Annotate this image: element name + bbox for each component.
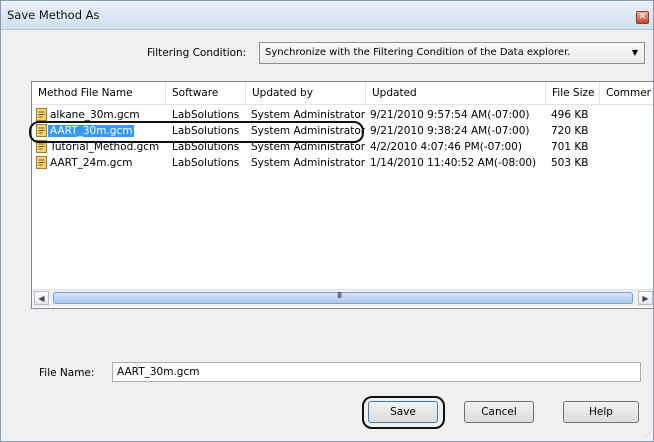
updated-cell: 1/14/2010 11:40:52 AM(-08:00) [370, 157, 537, 169]
updated-cell: 9/21/2010 9:38:24 AM(-07:00) [370, 125, 530, 137]
file-name-label: File Name: [39, 367, 95, 379]
software-cell: LabSolutions [172, 125, 240, 137]
updated-cell: 9/21/2010 9:57:54 AM(-07:00) [370, 109, 530, 121]
file-name-field[interactable]: AART_30m.gcm [112, 362, 641, 382]
table-row[interactable]: Tutorial_Method.gcm LabSolutions System … [32, 139, 653, 155]
updated-cell: 4/2/2010 4:07:46 PM(-07:00) [370, 141, 522, 153]
column-header-method-file-name[interactable]: Method File Name [32, 82, 166, 104]
file-name-cell: AART_24m.gcm [50, 157, 133, 169]
file-size-cell: 701 KB [551, 141, 589, 153]
method-file-list[interactable]: Method File Name Software Updated by Upd… [31, 81, 653, 309]
file-name-cell: alkane_30m.gcm [50, 109, 140, 121]
help-button[interactable]: Help [563, 401, 639, 423]
method-file-icon [36, 156, 47, 169]
file-size-cell: 720 KB [551, 125, 589, 137]
column-header-updated-by[interactable]: Updated by [246, 82, 366, 104]
filtering-condition-select[interactable]: Synchronize with the Filtering Condition… [259, 42, 645, 64]
table-row[interactable]: alkane_30m.gcm LabSolutions System Admin… [32, 107, 653, 123]
dialog-title: Save Method As [7, 8, 100, 22]
filtering-condition-label: Filtering Condition: [147, 47, 247, 59]
column-header-updated[interactable]: Updated [366, 82, 546, 104]
file-size-cell: 496 KB [551, 109, 589, 121]
resize-grip-icon[interactable]: ⋰ [644, 431, 651, 439]
cancel-button[interactable]: Cancel [464, 401, 534, 423]
software-cell: LabSolutions [172, 157, 240, 169]
method-file-icon [36, 140, 47, 153]
software-cell: LabSolutions [172, 109, 240, 121]
chevron-down-icon[interactable]: ▼ [632, 48, 638, 57]
table-row[interactable]: AART_30m.gcm LabSolutions System Adminis… [32, 123, 653, 139]
scroll-left-icon[interactable]: ◀ [34, 291, 49, 305]
file-name-cell: Tutorial_Method.gcm [50, 141, 160, 153]
list-header: Method File Name Software Updated by Upd… [32, 82, 653, 105]
column-header-software[interactable]: Software [166, 82, 246, 104]
scrollbar-thumb[interactable]: III [53, 291, 633, 304]
column-header-file-size[interactable]: File Size [546, 82, 600, 104]
updated-by-cell: System Administrator [251, 157, 366, 169]
save-method-dialog: Save Method As ✕ Filtering Condition: Sy… [0, 0, 654, 442]
scroll-right-icon[interactable]: ▶ [638, 291, 653, 305]
column-header-comment[interactable]: Commer [600, 82, 653, 104]
software-cell: LabSolutions [172, 141, 240, 153]
filtering-condition-value: Synchronize with the Filtering Condition… [265, 47, 571, 58]
file-name-cell: AART_30m.gcm [48, 125, 135, 137]
file-size-cell: 503 KB [551, 157, 589, 169]
title-bar[interactable]: Save Method As ✕ [1, 1, 653, 30]
table-row[interactable]: AART_24m.gcm LabSolutions System Adminis… [32, 155, 653, 171]
updated-by-cell: System Administrator [251, 109, 366, 121]
method-file-icon [36, 124, 47, 137]
updated-by-cell: System Administrator [251, 125, 366, 137]
method-file-icon [36, 108, 47, 121]
updated-by-cell: System Administrator [251, 141, 366, 153]
file-name-value: AART_30m.gcm [117, 366, 200, 378]
close-icon[interactable]: ✕ [636, 11, 649, 24]
horizontal-scrollbar[interactable]: ◀ III ▶ [33, 289, 653, 307]
scrollbar-grip-icon: III [337, 291, 342, 300]
save-button[interactable]: Save [368, 401, 438, 423]
